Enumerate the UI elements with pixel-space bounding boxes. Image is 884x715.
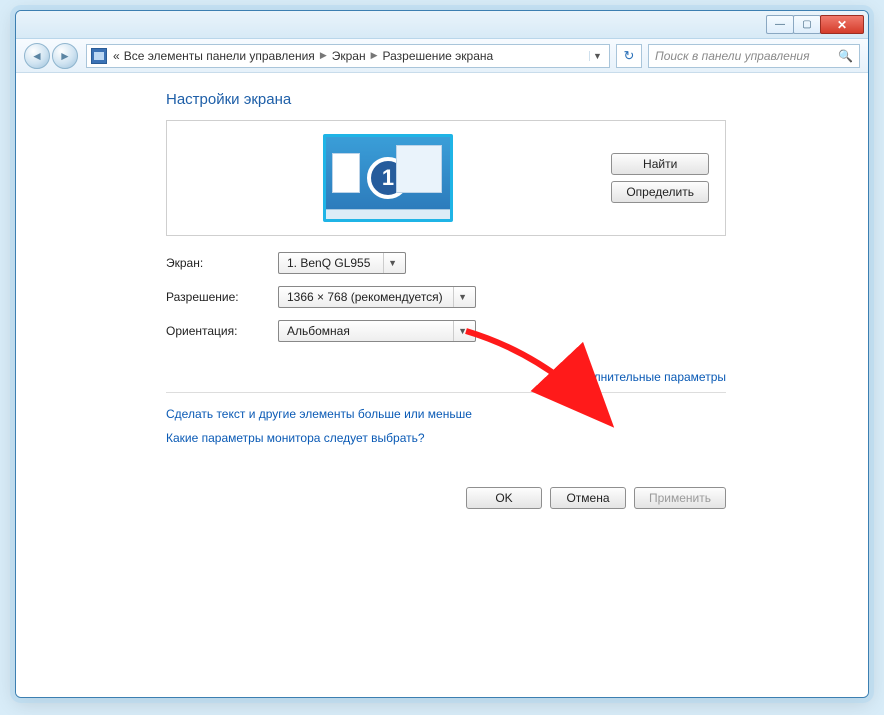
text-size-link[interactable]: Сделать текст и другие элементы больше и…: [166, 407, 842, 421]
ok-button[interactable]: OK: [466, 487, 542, 509]
chevron-right-icon: ▶: [368, 50, 381, 61]
resolution-value: 1366 × 768 (рекомендуется): [287, 290, 443, 304]
chevron-right-icon: ▶: [317, 50, 330, 61]
orientation-dropdown[interactable]: Альбомная ▼: [278, 320, 476, 342]
divider: [166, 392, 726, 393]
screen-value: 1. BenQ GL955: [287, 256, 370, 270]
search-icon[interactable]: 🔍: [838, 49, 853, 63]
detect-button[interactable]: Определить: [611, 181, 709, 203]
forward-button[interactable]: ►: [52, 43, 78, 69]
breadcrumb-seg-2[interactable]: Экран: [330, 49, 368, 63]
screen-dropdown[interactable]: 1. BenQ GL955 ▼: [278, 252, 406, 274]
navbar: ◄ ► « Все элементы панели управления ▶ Э…: [16, 39, 868, 73]
breadcrumb-dropdown-icon[interactable]: ▼: [589, 51, 605, 61]
refresh-button[interactable]: ↻: [616, 44, 642, 68]
chevron-down-icon: ▼: [383, 253, 401, 273]
chevron-down-icon: ▼: [453, 287, 471, 307]
screen-label: Экран:: [166, 256, 278, 270]
cancel-button[interactable]: Отмена: [550, 487, 626, 509]
apply-button: Применить: [634, 487, 726, 509]
breadcrumb[interactable]: « Все элементы панели управления ▶ Экран…: [86, 44, 610, 68]
minimize-button[interactable]: —: [766, 15, 794, 34]
titlebar: — ▢ ✕: [16, 11, 868, 39]
resolution-dropdown[interactable]: 1366 × 768 (рекомендуется) ▼: [278, 286, 476, 308]
breadcrumb-seg-1[interactable]: Все элементы панели управления: [122, 49, 317, 63]
content-area: Настройки экрана 1 Найти Определить Экра…: [16, 73, 868, 697]
maximize-button[interactable]: ▢: [793, 15, 821, 34]
search-input[interactable]: Поиск в панели управления 🔍: [648, 44, 860, 68]
breadcrumb-seg-3[interactable]: Разрешение экрана: [381, 49, 496, 63]
find-button[interactable]: Найти: [611, 153, 709, 175]
search-placeholder: Поиск в панели управления: [655, 49, 810, 63]
breadcrumb-prefix: «: [111, 49, 122, 63]
chevron-down-icon: ▼: [453, 321, 471, 341]
advanced-settings-link[interactable]: Дополнительные параметры: [566, 370, 726, 384]
orientation-label: Ориентация:: [166, 324, 278, 338]
resolution-label: Разрешение:: [166, 290, 278, 304]
close-button[interactable]: ✕: [820, 15, 864, 34]
display-preview-box: 1 Найти Определить: [166, 120, 726, 236]
control-panel-icon: [91, 48, 107, 64]
page-title: Настройки экрана: [166, 91, 842, 108]
window-frame: — ▢ ✕ ◄ ► « Все элементы панели управлен…: [15, 10, 869, 698]
monitor-help-link[interactable]: Какие параметры монитора следует выбрать…: [166, 431, 842, 445]
orientation-value: Альбомная: [287, 324, 350, 338]
monitor-thumbnail[interactable]: 1: [323, 134, 453, 222]
back-button[interactable]: ◄: [24, 43, 50, 69]
